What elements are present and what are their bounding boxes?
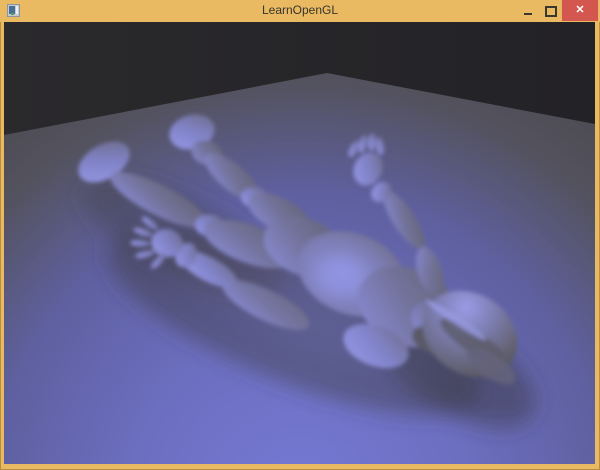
- titlebar[interactable]: LearnOpenGL ✕: [0, 0, 600, 22]
- maximize-icon: [545, 6, 557, 17]
- minimize-icon: [524, 13, 532, 15]
- rendered-scene: [4, 22, 595, 464]
- gl-viewport[interactable]: [4, 22, 595, 464]
- minimize-button[interactable]: [516, 0, 539, 22]
- app-window: LearnOpenGL ✕: [0, 0, 600, 470]
- close-button[interactable]: ✕: [562, 0, 598, 21]
- window-title: LearnOpenGL: [0, 0, 600, 22]
- window-controls: ✕: [516, 0, 598, 22]
- app-icon: [7, 4, 20, 17]
- close-icon: ✕: [575, 0, 584, 21]
- maximize-button[interactable]: [539, 0, 562, 22]
